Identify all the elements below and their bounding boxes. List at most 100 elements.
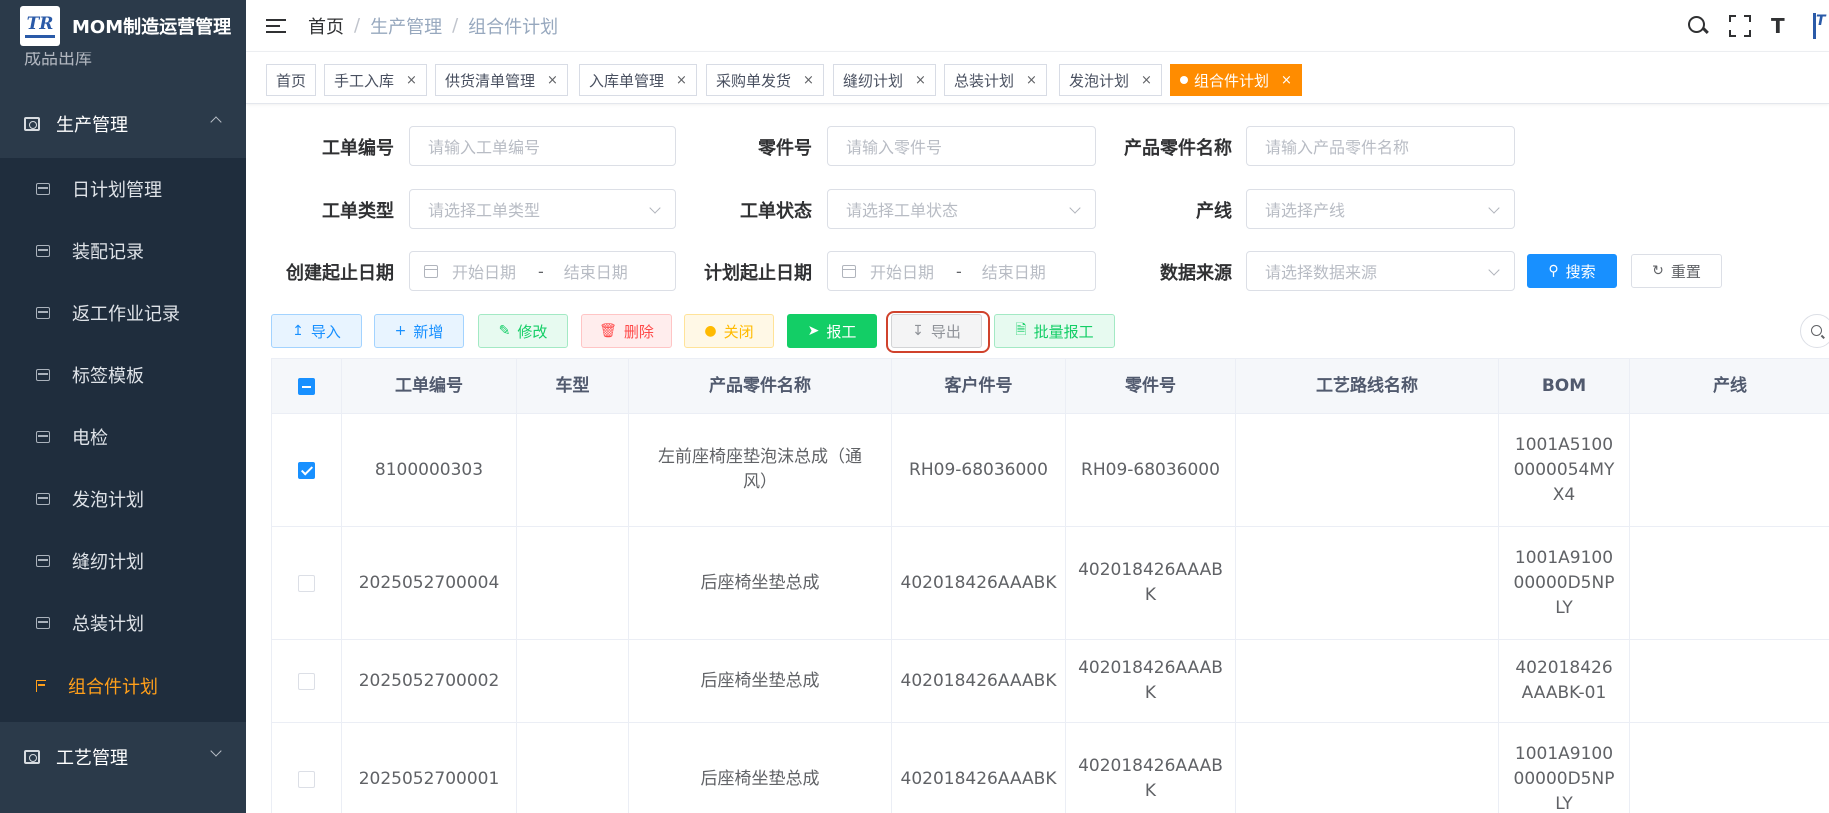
logo-bar: TR MOM制造运营管理 — [0, 0, 246, 52]
search-icon[interactable] — [1687, 15, 1709, 37]
cell-product-name: 后座椅坐垫总成 — [629, 723, 892, 813]
column-header[interactable]: 工艺路线名称 — [1236, 359, 1499, 414]
sidebar-item-daily-plan[interactable]: 日计划管理 — [0, 158, 246, 220]
tag-purchase-shipping[interactable]: 采购单发货 × — [706, 64, 824, 96]
export-highlight-box — [886, 311, 990, 353]
tag-label: 发泡计划 — [1069, 71, 1130, 90]
fullscreen-icon[interactable] — [1729, 15, 1751, 37]
column-header[interactable]: 工单编号 — [342, 359, 517, 414]
calendar-icon — [36, 555, 50, 567]
close-icon[interactable]: × — [803, 73, 814, 88]
cell-customer-part-no: RH09-68036000 — [892, 414, 1066, 526]
search-button[interactable]: ⚲ 搜索 — [1527, 254, 1617, 288]
tag-final-assembly-plan[interactable]: 总装计划 × — [944, 64, 1047, 96]
close-icon[interactable]: × — [1026, 73, 1037, 88]
edit-button[interactable]: ✎ 修改 — [478, 314, 568, 348]
plan-date-range[interactable]: 开始日期 - 结束日期 — [827, 251, 1096, 291]
tag-label: 采购单发货 — [716, 71, 792, 90]
tag-home[interactable]: 首页 — [266, 64, 317, 96]
sidebar-item-electrical-test[interactable]: 电检 — [0, 406, 246, 468]
placeholder: 请输入产品零件名称 — [1265, 138, 1410, 157]
table-row[interactable]: 2025052700001 后座椅坐垫总成 402018426AAABK 402… — [272, 723, 1829, 813]
batch-report-button[interactable]: 🗎 批量报工 — [994, 314, 1115, 348]
toggle-search-icon[interactable] — [1800, 314, 1829, 348]
work-order-no-input[interactable]: 请输入工单编号 — [409, 126, 676, 166]
close-icon[interactable]: × — [547, 73, 558, 88]
create-date-range[interactable]: 开始日期 - 结束日期 — [409, 251, 676, 291]
row-checkbox[interactable] — [298, 770, 315, 788]
close-icon[interactable]: × — [1141, 73, 1152, 88]
reset-button[interactable]: ↻ 重置 — [1631, 254, 1722, 288]
row-checkbox[interactable] — [298, 461, 315, 479]
work-order-type-label: 工单类型 — [322, 201, 394, 222]
report-work-button[interactable]: ➤ 报工 — [787, 314, 877, 348]
cell-line — [1630, 723, 1829, 813]
sidebar-group-production[interactable]: 生产管理 — [0, 94, 246, 154]
plus-icon: + — [394, 323, 407, 339]
search-icon: ⚲ — [1548, 263, 1559, 279]
work-order-status-select[interactable]: 请选择工单状态 — [827, 189, 1096, 229]
sidebar-item-sewing-plan[interactable]: 缝纫计划 — [0, 530, 246, 592]
sidebar-item-final-assembly-plan[interactable]: 总装计划 — [0, 592, 246, 654]
close-icon[interactable]: × — [676, 73, 687, 88]
tag-sewing-plan[interactable]: 缝纫计划 × — [833, 64, 936, 96]
data-source-select[interactable]: 请选择数据来源 — [1246, 251, 1515, 291]
sidebar-item-foaming-plan[interactable]: 发泡计划 — [0, 468, 246, 530]
sidebar-item-label-template[interactable]: 标签模板 — [0, 344, 246, 406]
cell-bom: 402018426AAABK-01 — [1499, 640, 1630, 722]
tag-manual-inbound[interactable]: 手工入库 × — [324, 64, 427, 96]
calendar-icon — [36, 183, 50, 195]
tag-label: 入库单管理 — [589, 71, 665, 90]
tag-inbound-order[interactable]: 入库单管理 × — [579, 64, 697, 96]
select-all-checkbox[interactable] — [298, 378, 315, 395]
sidebar-item-label: 缝纫计划 — [72, 552, 144, 573]
calendar-icon — [36, 617, 50, 629]
column-header[interactable]: 零件号 — [1066, 359, 1236, 414]
close-button[interactable]: ● 关闭 — [684, 314, 774, 348]
sidebar-item-label: 电检 — [72, 428, 108, 449]
row-checkbox[interactable] — [298, 574, 315, 592]
column-header[interactable]: 车型 — [517, 359, 629, 414]
tag-supply-list[interactable]: 供货清单管理 × — [435, 64, 568, 96]
cell-route — [1236, 527, 1499, 639]
part-no-input[interactable]: 请输入零件号 — [827, 126, 1096, 166]
row-checkbox[interactable] — [298, 672, 315, 690]
product-part-name-input[interactable]: 请输入产品零件名称 — [1246, 126, 1515, 166]
tag-foaming-plan[interactable]: 发泡计划 × — [1059, 64, 1162, 96]
tag-combination-plan[interactable]: 组合件计划 × — [1170, 64, 1302, 96]
sidebar-item-label: 装配记录 — [72, 242, 144, 263]
sidebar-group-process[interactable]: 工艺管理 — [0, 727, 246, 787]
column-header[interactable]: 产品零件名称 — [629, 359, 892, 414]
column-header[interactable]: 产线 — [1630, 359, 1829, 414]
table-row[interactable]: 2025052700004 后座椅坐垫总成 402018426AAABK 402… — [272, 527, 1829, 640]
work-order-type-select[interactable]: 请选择工单类型 — [409, 189, 676, 229]
table-row[interactable]: 8100000303 左前座椅座垫泡沫总成（通风） RH09-68036000 … — [272, 414, 1829, 527]
sidebar-item-assembly-record[interactable]: 装配记录 — [0, 220, 246, 282]
data-source-label: 数据来源 — [1160, 263, 1232, 284]
close-icon[interactable]: × — [406, 73, 417, 88]
logo-text: TR — [26, 13, 54, 34]
breadcrumb-home[interactable]: 首页 — [308, 13, 344, 39]
import-button[interactable]: ↥ 导入 — [271, 314, 362, 348]
line-select[interactable]: 请选择产线 — [1246, 189, 1515, 229]
column-header[interactable]: BOM — [1499, 359, 1630, 414]
top-header: 首页 / 生产管理 / 组合件计划 T T — [246, 0, 1829, 52]
close-icon[interactable]: × — [1281, 73, 1292, 88]
cell-part-no: 402018426AAABK — [1066, 527, 1236, 639]
avatar[interactable]: T — [1813, 13, 1829, 39]
menu-toggle-icon[interactable] — [266, 18, 286, 34]
column-header[interactable]: 客户件号 — [892, 359, 1066, 414]
production-submenu: 日计划管理 装配记录 返工作业记录 标签模板 电检 发泡计划 缝纫计划 总装计划… — [0, 158, 246, 722]
close-icon[interactable]: × — [915, 73, 926, 88]
calendar-icon — [36, 369, 50, 381]
sidebar-group-label: 生产管理 — [56, 115, 128, 136]
font-size-icon[interactable]: T — [1771, 15, 1793, 37]
tag-label: 组合件计划 — [1194, 71, 1270, 90]
cell-customer-part-no: 402018426AAABK — [892, 640, 1066, 722]
table-row[interactable]: 2025052700002 后座椅坐垫总成 402018426AAABK 402… — [272, 640, 1829, 723]
delete-button[interactable]: 🗑 删除 — [581, 314, 672, 348]
calendar-icon — [36, 307, 50, 319]
sidebar-item-combination-plan[interactable]: 组合件计划 — [0, 655, 246, 717]
sidebar-item-rework-record[interactable]: 返工作业记录 — [0, 282, 246, 344]
add-button[interactable]: + 新增 — [374, 314, 464, 348]
